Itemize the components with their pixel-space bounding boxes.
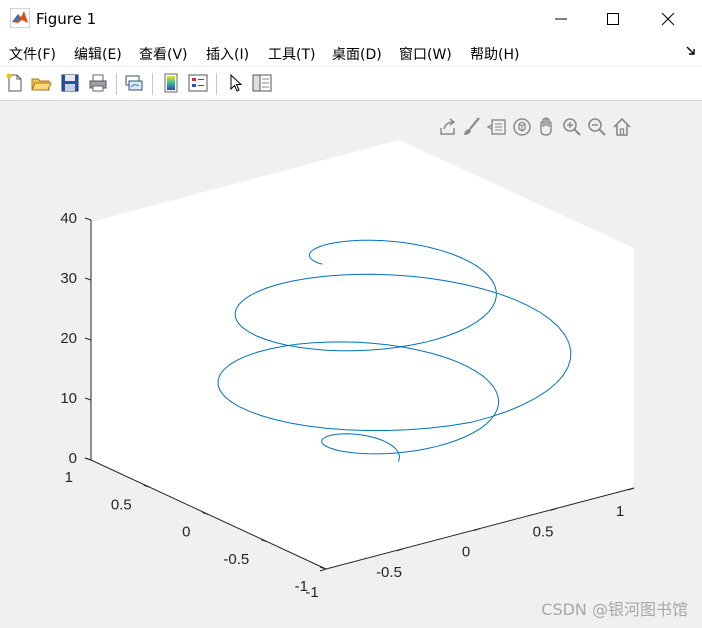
menu-insert[interactable]: 插入(I) <box>206 44 249 64</box>
x-tick-label: 1 <box>616 503 624 520</box>
x-tick-mark <box>319 568 327 572</box>
z-tick-label: 40 <box>60 210 77 227</box>
axes-3d[interactable]: -1-0.500.51-1-0.500.51010203040 <box>0 101 702 628</box>
menu-edit[interactable]: 编辑(E) <box>74 44 122 64</box>
title-bar: Figure 1 <box>0 0 702 38</box>
menu-view[interactable]: 查看(V) <box>139 44 188 64</box>
property-inspector-icon[interactable] <box>251 72 273 94</box>
z-tick-label: 10 <box>60 390 77 407</box>
toolbar-separator <box>216 73 217 95</box>
toolbar-separator <box>152 73 153 95</box>
z-tick-mark <box>84 217 92 221</box>
x-tick-label: -0.5 <box>376 564 402 581</box>
maximize-icon <box>607 13 619 25</box>
y-tick-label: -1 <box>295 578 308 595</box>
x-tick-label: 0.5 <box>533 523 554 540</box>
print-icon[interactable] <box>87 72 109 94</box>
minimize-icon <box>555 18 567 20</box>
toolbar-separator <box>116 73 117 95</box>
matlab-logo-icon <box>10 8 30 28</box>
axes-background <box>91 140 634 569</box>
menu-window[interactable]: 窗口(W) <box>399 44 452 64</box>
figure-canvas[interactable]: -1 -0.5 0 0.5 1 -1 -0.5 0 0.5 1 0 10 20 30 40 CSDN @银河… <box>0 101 702 628</box>
menu-bar: 文件(F) 编辑(E) 查看(V) 插入(I) 工具(T) 桌面(D) 窗口(W… <box>0 38 702 66</box>
menu-tools[interactable]: 工具(T) <box>268 44 315 64</box>
maximize-button[interactable] <box>590 0 636 38</box>
z-tick-mark <box>84 337 92 341</box>
new-figure-icon[interactable] <box>4 72 26 94</box>
save-icon[interactable] <box>59 72 81 94</box>
y-tick-label: 0.5 <box>111 496 132 513</box>
pointer-icon[interactable] <box>224 72 246 94</box>
window-title: Figure 1 <box>36 10 97 28</box>
menu-desktop[interactable]: 桌面(D) <box>332 44 382 64</box>
x-tick-label: 0 <box>462 544 470 561</box>
close-icon <box>661 12 675 26</box>
close-button[interactable] <box>645 0 691 38</box>
watermark: CSDN @银河图书馆 <box>541 600 688 619</box>
link-plot-icon[interactable] <box>123 72 145 94</box>
z-tick-label: 20 <box>60 330 77 347</box>
y-tick-label: 0 <box>182 524 190 541</box>
figure-toolbar <box>0 67 702 101</box>
z-tick-mark <box>84 277 92 281</box>
z-tick-mark <box>84 397 92 401</box>
open-folder-icon[interactable] <box>30 72 52 94</box>
colorbar-icon[interactable] <box>160 72 182 94</box>
y-tick-label: -0.5 <box>223 551 249 568</box>
menu-file[interactable]: 文件(F) <box>9 44 56 64</box>
z-tick-mark <box>84 457 92 461</box>
menu-help[interactable]: 帮助(H) <box>470 44 519 64</box>
legend-icon[interactable] <box>187 72 209 94</box>
z-tick-label: 0 <box>69 450 77 467</box>
dock-arrow-icon[interactable] <box>686 46 696 56</box>
minimize-button[interactable] <box>538 0 584 38</box>
z-tick-label: 30 <box>60 270 77 287</box>
y-tick-label: 1 <box>65 469 73 486</box>
